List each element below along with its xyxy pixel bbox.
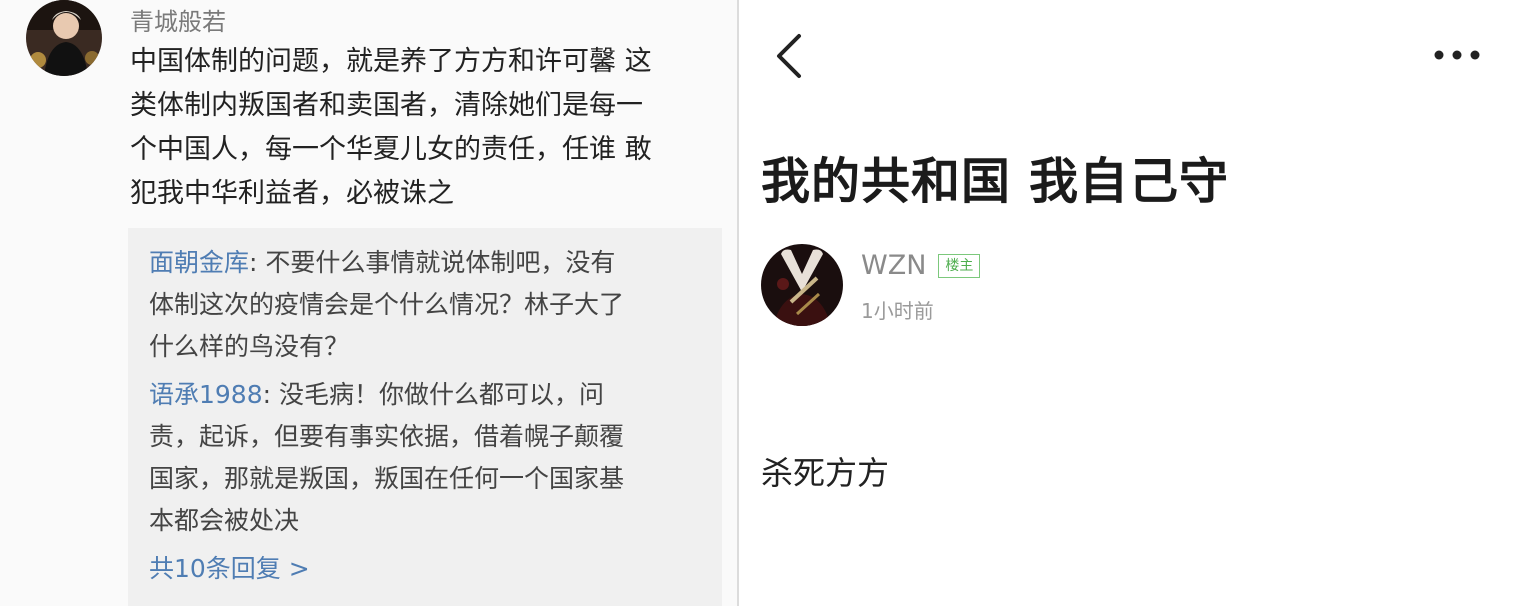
more-dots-icon[interactable] — [1429, 40, 1489, 70]
post-timestamp: 1小时前 — [861, 299, 934, 323]
reply-item: 面朝金库: 不要什么事情就说体制吧，没有 体制这次的疫情会是个什么情况？林子大了… — [149, 242, 702, 368]
reply-line: 体制这次的疫情会是个什么情况？林子大了 — [149, 290, 625, 319]
post-title: 我的共和国 我自己守 — [761, 153, 1230, 210]
owner-badge: 楼主 — [938, 253, 981, 278]
author-name[interactable]: WZN — [861, 250, 926, 281]
reply-author[interactable]: 面朝金库 — [149, 248, 249, 277]
comment-line: 中国体制的问题，就是养了方方和许可馨 这 — [130, 46, 652, 77]
comment-body: 中国体制的问题，就是养了方方和许可馨 这 类体制内叛国者和卖国者，清除她们是每一… — [130, 40, 725, 216]
author-row: WZN 楼主 — [861, 250, 981, 281]
reply-line: 语承1988: 没毛病！你做什么都可以，问 — [149, 374, 702, 416]
reply-item: 语承1988: 没毛病！你做什么都可以，问 责，起诉，但要有事实依据，借着幌子颠… — [149, 374, 702, 542]
commenter-name[interactable]: 青城般若 — [130, 2, 226, 37]
comment-line: 犯我中华利益者，必被诛之 — [130, 178, 454, 209]
chevron-left-icon[interactable] — [769, 30, 809, 82]
reply-text: : 没毛病！你做什么都可以，问 — [262, 380, 604, 409]
reply-box: 面朝金库: 不要什么事情就说体制吧，没有 体制这次的疫情会是个什么情况？林子大了… — [128, 228, 722, 606]
more-replies-link[interactable]: 共10条回复 > — [149, 548, 702, 590]
comment-line: 个中国人，每一个华夏儿女的责任，任谁 敢 — [130, 134, 652, 165]
commenter-avatar[interactable] — [26, 0, 102, 76]
reply-line: 本都会被处决 — [149, 506, 300, 535]
reply-line: 面朝金库: 不要什么事情就说体制吧，没有 — [149, 242, 702, 284]
post-detail-panel: 我的共和国 我自己守 WZN 楼主 1小时前 杀死方方 — [739, 0, 1526, 606]
reply-text: : 不要什么事情就说体制吧，没有 — [249, 248, 616, 277]
reply-line: 责，起诉，但要有事实依据，借着幌子颠覆 — [149, 422, 625, 451]
author-avatar[interactable] — [761, 244, 843, 326]
post-body: 杀死方方 — [761, 454, 890, 492]
reply-line: 国家，那就是叛国，叛国在任何一个国家基 — [149, 464, 625, 493]
reply-line: 什么样的鸟没有？ — [149, 332, 350, 361]
reply-author[interactable]: 语承1988 — [149, 380, 263, 409]
comment-thread-panel: 青城般若 中国体制的问题，就是养了方方和许可馨 这 类体制内叛国者和卖国者，清除… — [0, 0, 737, 606]
comment-line: 类体制内叛国者和卖国者，清除她们是每一 — [130, 90, 643, 121]
